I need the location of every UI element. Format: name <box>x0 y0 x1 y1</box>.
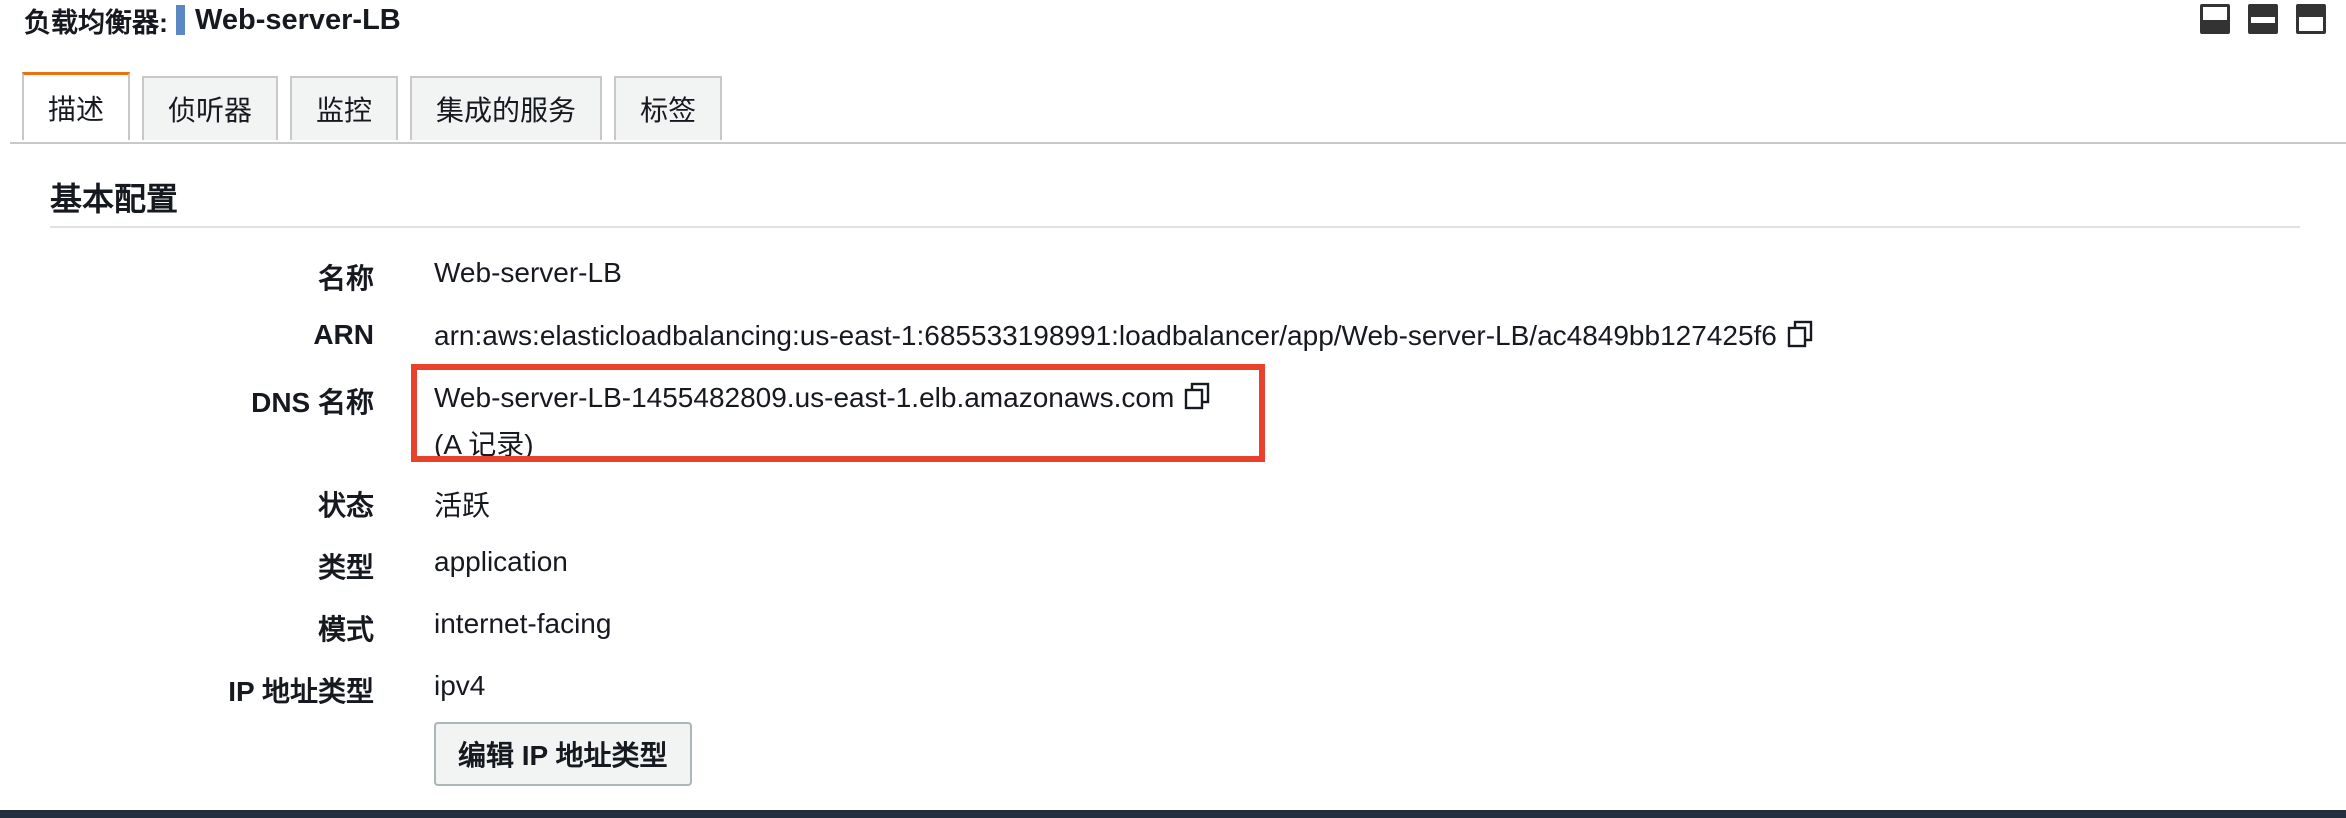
header-label: 负载均衡器: <box>24 7 168 38</box>
tab-monitoring-label: 监控 <box>316 95 373 126</box>
detail-value-name: Web-server-LB <box>434 257 622 288</box>
dns-highlight-box <box>411 364 1265 462</box>
section-title: 基本配置 <box>50 181 179 217</box>
tab-integrated-services-label: 集成的服务 <box>436 95 577 126</box>
detail-label-state: 状态 <box>317 490 374 521</box>
tab-listeners[interactable]: 侦听器 <box>142 76 279 140</box>
detail-label-arn: ARN <box>313 319 374 350</box>
detail-label-dns: DNS 名称 <box>251 387 374 418</box>
panel-split-icon[interactable] <box>2248 4 2278 34</box>
detail-value-type: application <box>434 546 568 577</box>
view-toggle-group <box>2200 4 2326 34</box>
tab-bar: 描述 侦听器 监控 集成的服务 标签 <box>22 72 723 140</box>
panel-top-icon[interactable] <box>2296 4 2326 34</box>
section-divider <box>50 226 2300 228</box>
detail-label-scheme: 模式 <box>317 614 374 645</box>
tab-integrated-services[interactable]: 集成的服务 <box>410 76 603 140</box>
detail-value-state: 活跃 <box>434 490 491 521</box>
detail-value-arn: arn:aws:elasticloadbalancing:us-east-1:6… <box>434 320 1777 351</box>
bottom-bar <box>0 810 2346 818</box>
accent-color-bar <box>176 5 185 35</box>
tabs-divider <box>10 142 2346 144</box>
load-balancer-header: 负载均衡器: Web-server-LB <box>24 0 401 40</box>
tab-tags[interactable]: 标签 <box>614 76 723 140</box>
tab-description[interactable]: 描述 <box>22 72 131 140</box>
detail-value-scheme: internet-facing <box>434 608 612 639</box>
detail-label-type: 类型 <box>317 552 374 583</box>
detail-value-ip-type: ipv4 <box>434 670 486 701</box>
detail-label-ip-type: IP 地址类型 <box>228 676 374 707</box>
panel-bottom-icon[interactable] <box>2200 4 2230 34</box>
tab-listeners-label: 侦听器 <box>168 95 253 126</box>
load-balancer-name: Web-server-LB <box>195 3 401 36</box>
edit-ip-type-button[interactable]: 编辑 IP 地址类型 <box>434 722 692 786</box>
copy-icon[interactable] <box>1785 319 1815 349</box>
tab-monitoring[interactable]: 监控 <box>290 76 399 140</box>
detail-value-arn-wrap: arn:aws:elasticloadbalancing:us-east-1:6… <box>434 319 1815 352</box>
detail-label-name: 名称 <box>317 263 374 294</box>
tab-description-label: 描述 <box>48 93 105 125</box>
tab-tags-label: 标签 <box>640 95 697 126</box>
